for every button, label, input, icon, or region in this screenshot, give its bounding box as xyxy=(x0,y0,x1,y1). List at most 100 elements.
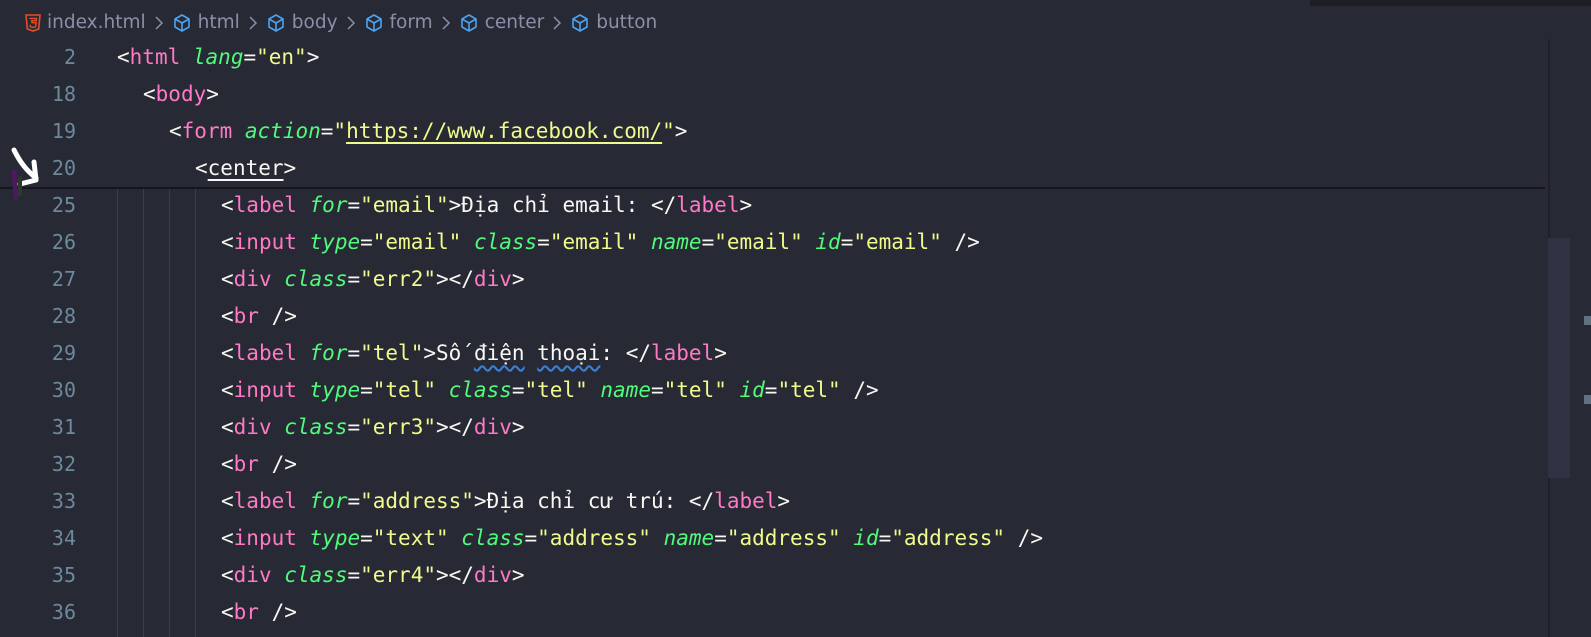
code-token: = xyxy=(360,526,373,550)
code-line[interactable]: 18 <body> xyxy=(0,76,1560,113)
code-token: "tel" xyxy=(663,378,727,402)
code-token: > xyxy=(714,341,727,365)
code-token: > xyxy=(511,415,525,439)
code-line[interactable]: 27 <div class="err2"></div> xyxy=(0,261,1560,298)
breadcrumb-item-label: html xyxy=(197,12,240,33)
breadcrumb-item-button[interactable]: button xyxy=(570,12,657,33)
code-line[interactable]: 30 <input type="tel" class="tel" name="te… xyxy=(0,372,1560,409)
code-token: div xyxy=(233,267,272,291)
code-token: "email" xyxy=(549,230,639,254)
breadcrumb-item-form[interactable]: form xyxy=(364,12,433,33)
code-token: "address" xyxy=(726,526,841,550)
line-number: 26 xyxy=(51,230,76,254)
code-line[interactable]: 29 <label for="tel">Số điện thoại: </labe… xyxy=(0,335,1560,372)
scrollbar-thumb[interactable] xyxy=(1548,238,1570,478)
code-token: center xyxy=(207,156,284,180)
code-token: label xyxy=(650,341,715,365)
code-token: "email" xyxy=(372,230,462,254)
code-token: điện xyxy=(473,341,525,365)
breadcrumb-item-body[interactable]: body xyxy=(266,12,338,33)
code-token: "tel" xyxy=(372,378,436,402)
code-text: <input type="email" class="email" name="… xyxy=(221,224,980,261)
chevron-right-icon xyxy=(553,15,562,30)
code-line[interactable]: 31 <div class="err3"></div> xyxy=(0,409,1560,446)
code-token: = xyxy=(347,341,361,365)
code-token: = xyxy=(524,526,538,550)
code-line[interactable]: 20 <center> xyxy=(0,150,1560,187)
code-token: "err2" xyxy=(360,267,436,291)
code-token: = xyxy=(347,193,361,217)
code-token: div xyxy=(473,267,512,291)
code-text: <div class="err3"></div> xyxy=(221,409,525,446)
code-token: class xyxy=(448,378,512,402)
breadcrumb-file[interactable]: index.html xyxy=(25,12,146,33)
code-token: Địa chỉ cư trú: xyxy=(486,489,689,513)
code-token: < xyxy=(221,452,234,476)
cube-icon xyxy=(267,13,284,32)
code-token: < xyxy=(221,415,234,439)
code-token: "err3" xyxy=(360,415,436,439)
breadcrumb-item-label: body xyxy=(291,12,338,33)
code-token: > xyxy=(511,563,525,587)
chevron-right-icon xyxy=(155,15,163,30)
code-token: > xyxy=(423,341,436,365)
code-token: name xyxy=(663,526,715,550)
code-text: <div class="err2"></div> xyxy=(221,261,525,298)
code-text: <html lang="en"> xyxy=(117,39,319,76)
code-token: < xyxy=(117,45,130,69)
code-token: "tel" xyxy=(777,378,841,402)
code-token: div xyxy=(233,415,272,439)
code-token: "address" xyxy=(360,489,474,513)
code-line[interactable]: 32 <br /> xyxy=(0,446,1560,483)
code-token: for xyxy=(309,193,348,217)
code-token: type xyxy=(309,526,361,550)
code-token: < xyxy=(195,156,208,180)
code-token: = xyxy=(347,563,361,587)
code-token: label xyxy=(233,193,297,217)
code-token: = xyxy=(243,45,257,69)
code-line[interactable]: 28 <br /> xyxy=(0,298,1560,335)
code-token: > xyxy=(206,82,219,106)
code-text: <label for="tel">Số điện thoại: </label> xyxy=(221,335,727,372)
breadcrumb-item-html[interactable]: html xyxy=(172,12,240,33)
code-token: class xyxy=(284,267,348,291)
code-token: = xyxy=(878,526,892,550)
code-text: <br /> xyxy=(221,298,297,335)
code-token: "email" xyxy=(853,230,942,254)
overview-marker xyxy=(1584,316,1591,325)
code-line[interactable]: 26 <input type="email" class="email" name… xyxy=(0,224,1560,261)
code-line[interactable]: 36 <br /> xyxy=(0,594,1560,631)
breadcrumb-item-center[interactable]: center xyxy=(459,12,544,33)
code-token: class xyxy=(284,415,348,439)
code-token: > xyxy=(448,193,462,217)
code-text: <br /> xyxy=(221,446,297,483)
code-token: "email" xyxy=(714,230,803,254)
code-token: input xyxy=(233,378,297,402)
code-token: < xyxy=(143,82,156,106)
code-line[interactable]: 35 <div class="err4"></div> xyxy=(0,557,1560,594)
code-line[interactable]: 19 <form action="https://www.facebook.com… xyxy=(0,113,1560,150)
line-number: 31 xyxy=(51,415,76,439)
code-token: = xyxy=(650,378,664,402)
code-token: < xyxy=(169,119,182,143)
code-token: class xyxy=(473,230,538,254)
cube-icon xyxy=(460,13,477,32)
code-text: <form action="https://www.facebook.com/"… xyxy=(169,113,687,150)
code-token: ></ xyxy=(435,563,474,587)
code-token: id xyxy=(853,526,879,550)
code-token: < xyxy=(221,600,234,624)
code-line[interactable]: 33 <label for="address">Địa chỉ cư trú: <… xyxy=(0,483,1560,520)
code-line[interactable]: 2 <html lang="en"> xyxy=(0,39,1560,76)
code-line[interactable]: 25 <label for="email">Địa chỉ email: </la… xyxy=(0,187,1560,224)
code-token: " xyxy=(333,119,347,143)
code-line[interactable]: 34 <input type="text" class="address" nam… xyxy=(0,520,1560,557)
